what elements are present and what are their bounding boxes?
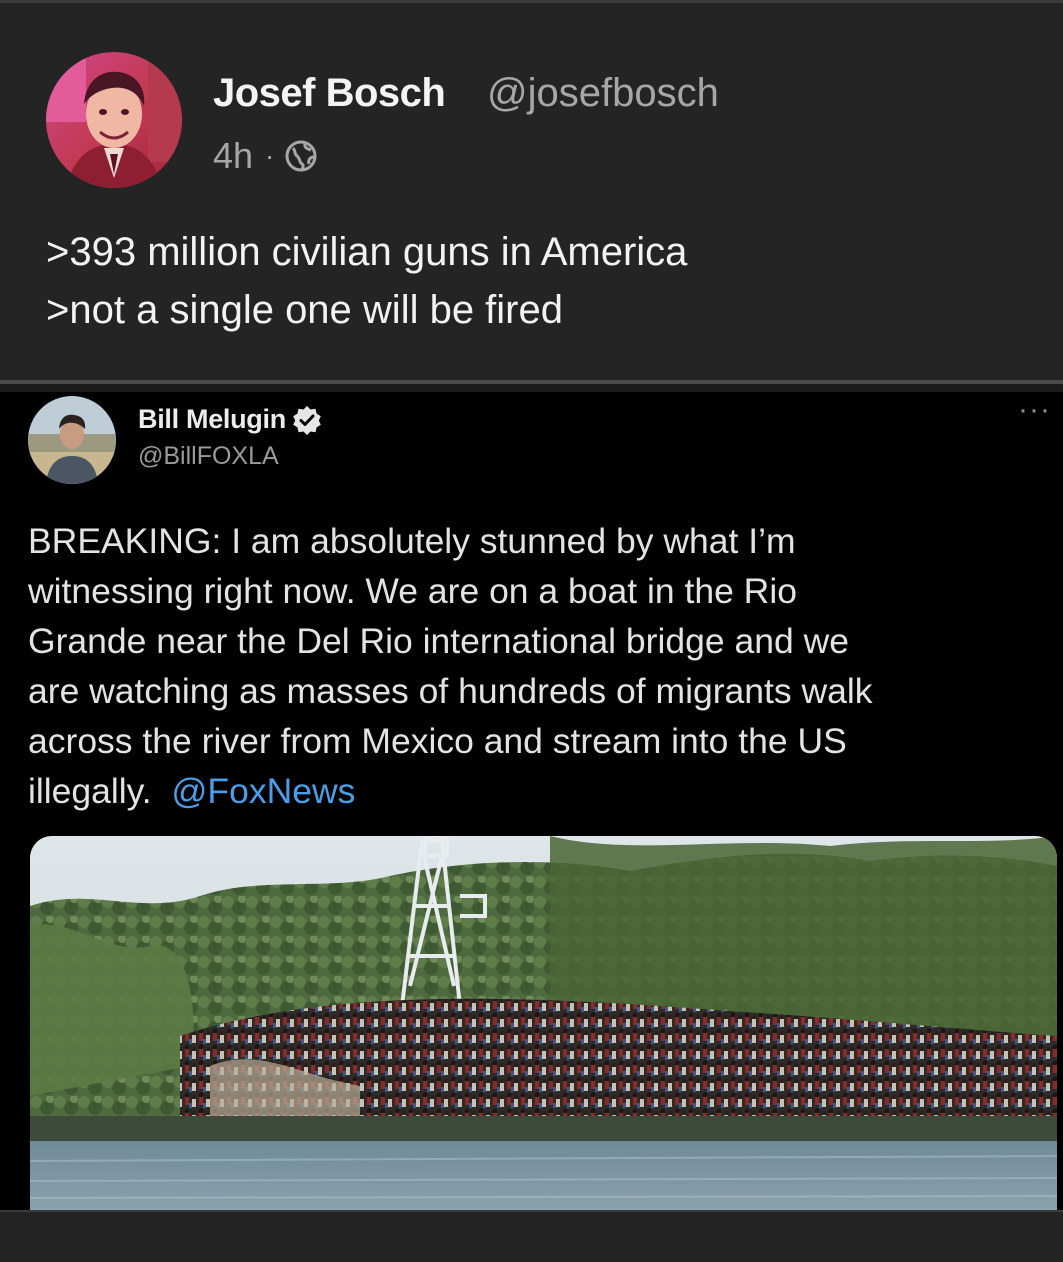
tweet-line: BREAKING: I am absolutely stunned by wha… [28,521,796,561]
tweet-line: are watching as masses of hundreds of mi… [28,671,873,711]
tweet-line: across the river from Mexico and stream … [28,721,847,761]
tweet-photo [30,836,1057,1210]
tweet-author-handle: @BillFOXLA [138,442,279,470]
verified-badge-icon [292,405,322,435]
tweet-author-row: Bill Melugin [138,404,322,435]
tweet-body: BREAKING: I am absolutely stunned by wha… [28,516,1048,816]
globe-icon [284,139,318,173]
post-card: Josef Bosch @josefbosch 4h · >393 millio… [0,3,1063,380]
tweet-author-name: Bill Melugin [138,404,286,434]
more-options-icon: ··· [1018,393,1051,426]
bottom-bar [0,1210,1063,1262]
post-body: >393 million civilian guns in America >n… [46,223,1036,339]
post-line: >393 million civilian guns in America [46,230,688,274]
author-avatar[interactable] [46,52,182,188]
author-name[interactable]: Josef Bosch [213,71,446,116]
post-line: >not a single one will be fired [46,288,563,332]
post-meta: 4h · [213,135,318,177]
meta-separator: · [265,140,275,171]
tweet-line-text: illegally. [28,771,152,811]
author-handle[interactable]: @josefbosch [487,71,719,116]
tweet-line: witnessing right now. We are on a boat i… [28,571,797,611]
post-timestamp[interactable]: 4h [213,135,253,177]
mention-link: @FoxNews [171,771,356,811]
tweet-line: Grande near the Del Rio international br… [28,621,849,661]
embed-top-strip [0,384,1063,392]
quoted-tweet-screenshot[interactable]: Bill Melugin @BillFOXLA ··· BREAKING: I … [0,384,1063,1210]
tweet-author-avatar [28,396,116,484]
tweet-last-line: illegally. @FoxNews [28,766,1048,816]
